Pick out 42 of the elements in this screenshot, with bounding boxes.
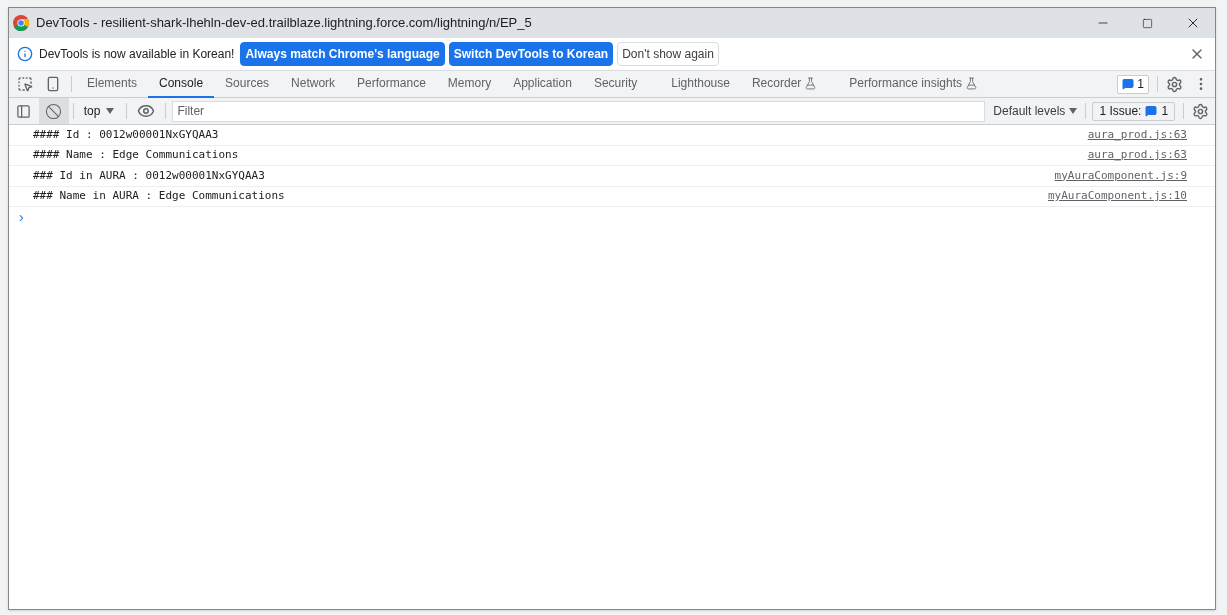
message-icon xyxy=(1122,78,1135,90)
panel-tab[interactable]: Application xyxy=(502,70,583,98)
window-title: DevTools - resilient-shark-lhehln-dev-ed.trailblaze.lightning.force.com/lightning/n/EP_5 xyxy=(36,14,533,33)
issues-badge[interactable]: 1 xyxy=(1117,74,1149,94)
context-dropdown[interactable]: top xyxy=(77,102,121,120)
log-message: ### Id in AURA : 0012w00001NxGYQAA3 xyxy=(33,167,266,184)
panel-tab[interactable]: Memory xyxy=(436,70,503,98)
panel-tab[interactable]: Network xyxy=(280,70,347,98)
info-icon xyxy=(17,46,33,62)
sidebar-toggle-icon[interactable] xyxy=(16,103,32,119)
clear-icon xyxy=(45,102,63,120)
issues-button[interactable]: 1 Issue: 1 xyxy=(1092,101,1176,121)
log-message: #### Id : 0012w00001NxGYQAA3 xyxy=(33,126,220,143)
maximize-icon xyxy=(1142,17,1153,29)
inspect-icon[interactable] xyxy=(17,76,33,92)
panel-tab[interactable]: Elements xyxy=(76,70,149,98)
log-message: #### Name : Edge Communications xyxy=(33,147,240,163)
settings-icon[interactable] xyxy=(1166,75,1183,93)
message-icon xyxy=(1145,105,1158,117)
panel-tab[interactable]: Sources xyxy=(214,70,281,98)
panel-tab[interactable]: Performance xyxy=(346,70,437,98)
source-link[interactable]: myAuraComponent.js:9 xyxy=(1054,167,1187,184)
filter-field[interactable]: Filter xyxy=(172,100,986,122)
log-levels-dropdown[interactable]: Default levels xyxy=(985,102,1086,120)
log-message: ### Name in AURA : Edge Communications xyxy=(33,188,286,204)
chrome-logo-icon xyxy=(13,15,29,31)
clear-console-button[interactable] xyxy=(38,98,69,124)
panel-tab[interactable]: Security xyxy=(582,70,649,98)
infobar-button[interactable]: Don't show again xyxy=(617,42,719,66)
infobar-button[interactable]: Switch DevTools to Korean xyxy=(448,42,614,66)
source-link[interactable]: aura_prod.js:63 xyxy=(1087,126,1187,143)
panel-tab[interactable]: Lighthouse xyxy=(660,70,741,98)
infobar-button[interactable]: Always match Chrome's language xyxy=(240,42,445,66)
console-prompt[interactable]: › xyxy=(9,207,1215,227)
console-settings-icon[interactable] xyxy=(1192,102,1210,120)
source-link[interactable]: aura_prod.js:63 xyxy=(1087,147,1187,164)
source-link[interactable]: myAuraComponent.js:10 xyxy=(1047,188,1187,205)
info-message: DevTools is now available in Korean! xyxy=(39,46,235,63)
panel-tab[interactable]: Performance insights xyxy=(838,70,990,98)
device-toolbar-icon[interactable] xyxy=(45,76,61,92)
live-expression-icon[interactable] xyxy=(137,102,156,120)
panel-tab[interactable]: Recorder xyxy=(740,70,829,98)
